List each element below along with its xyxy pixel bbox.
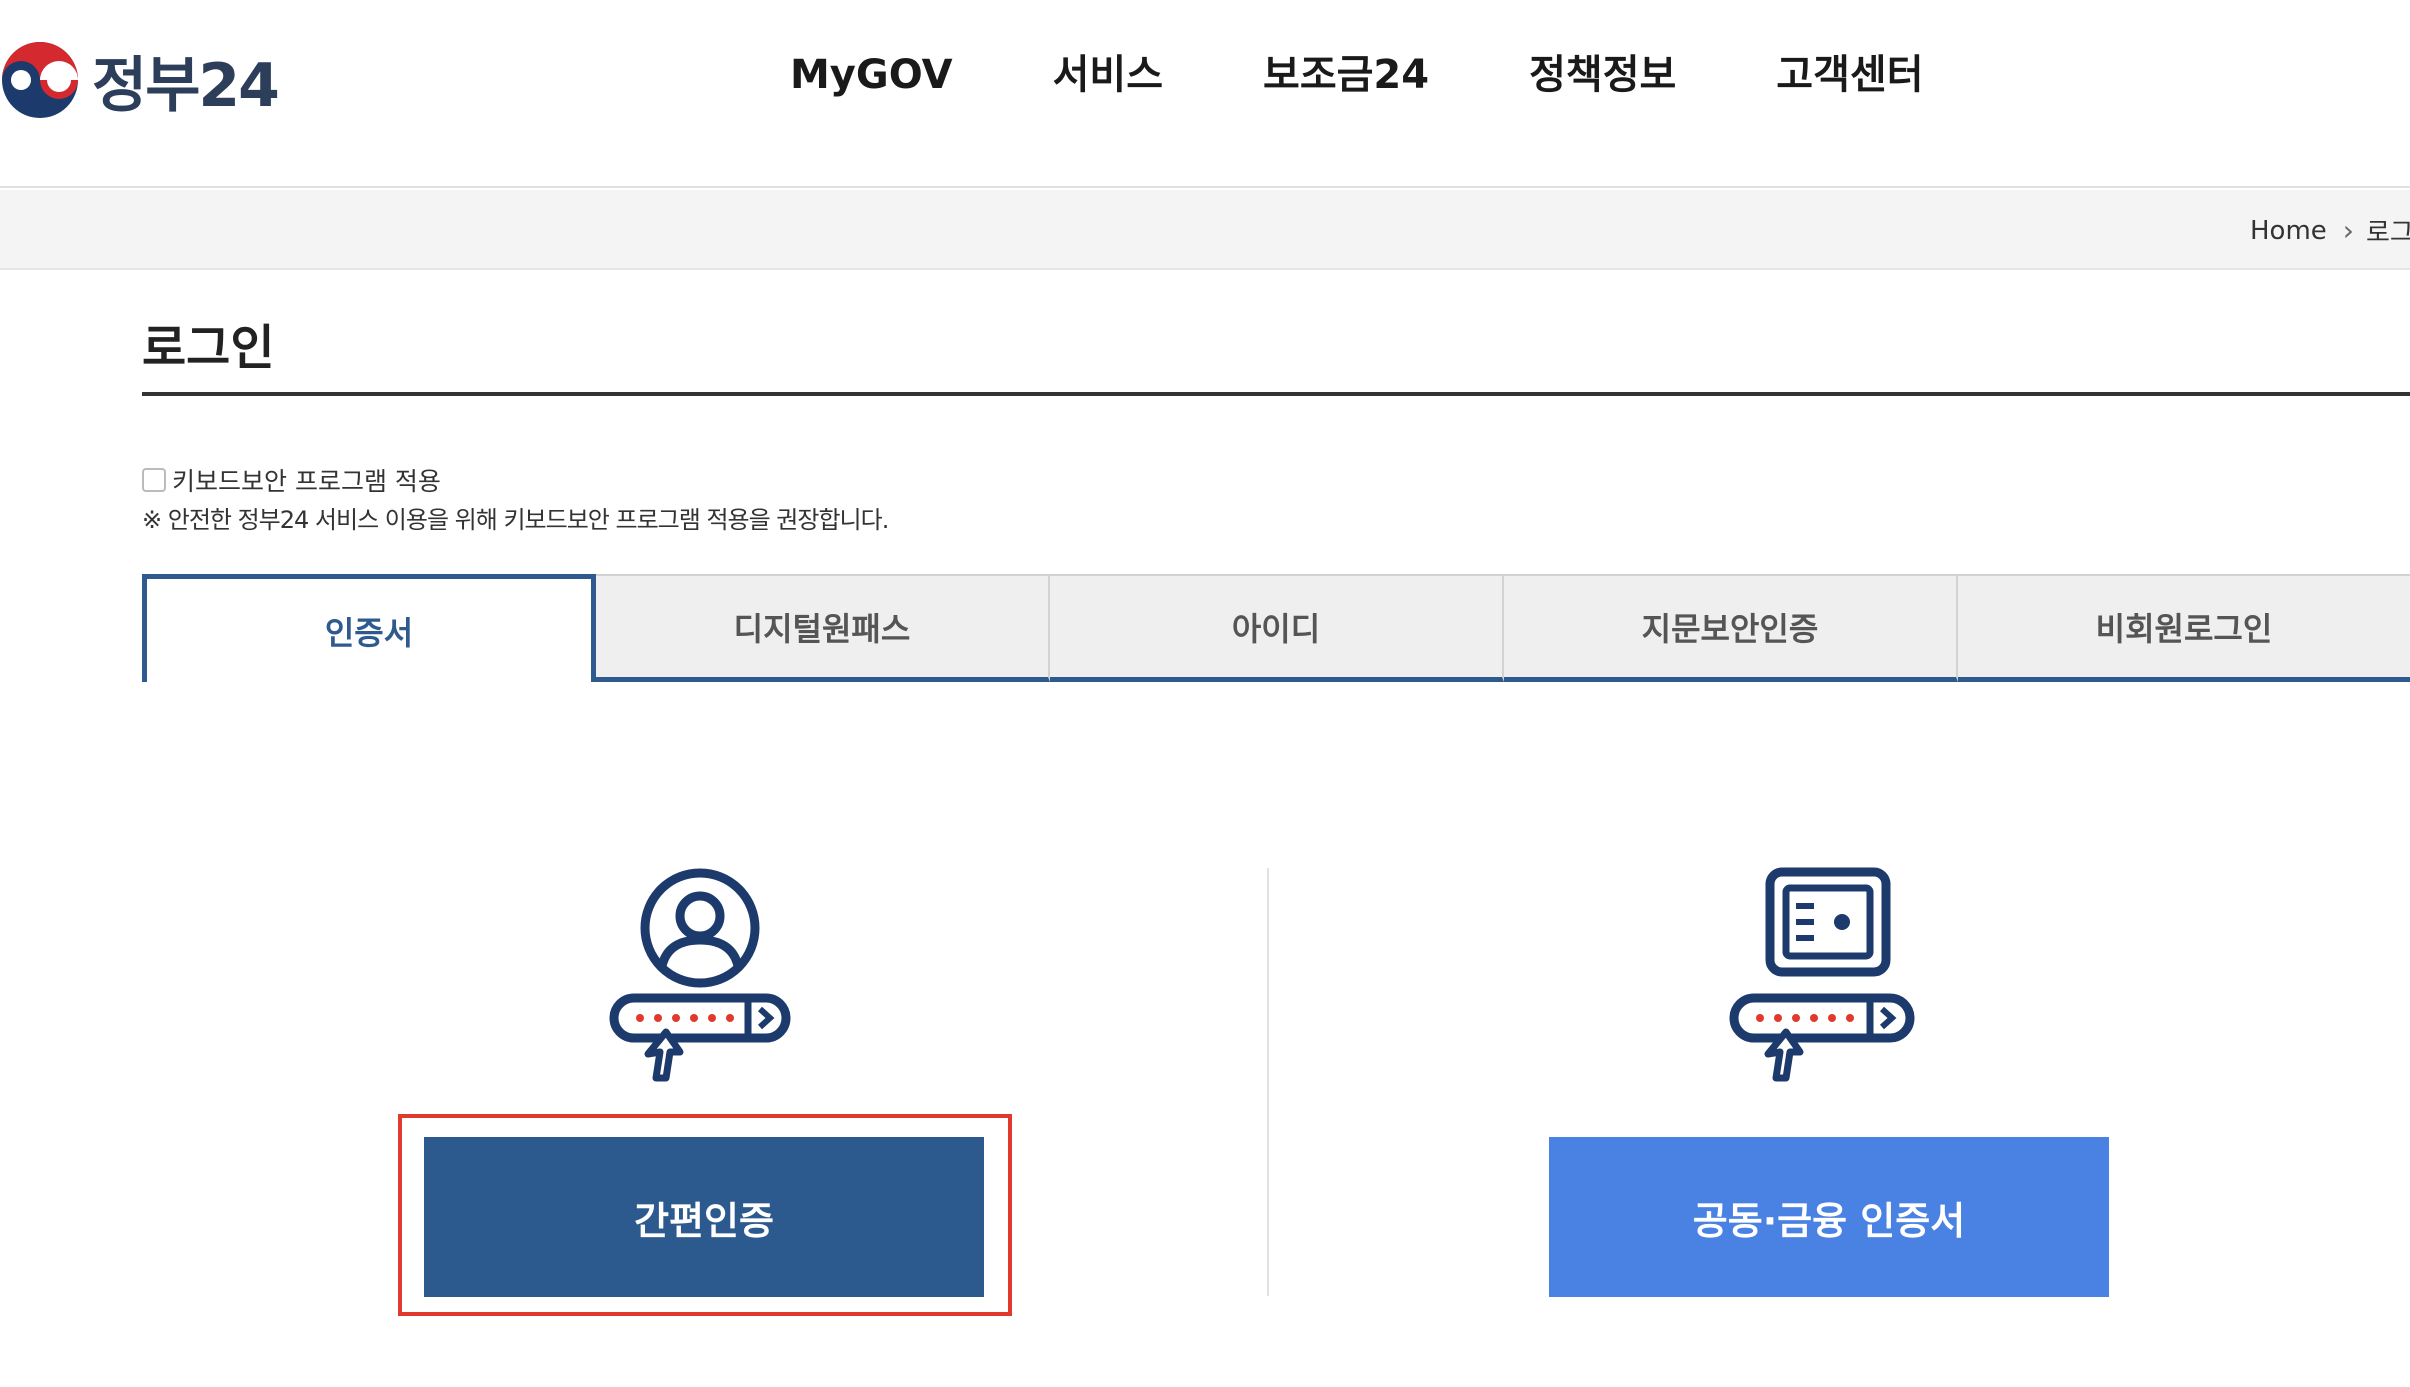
taegeuk-logo-icon xyxy=(2,42,78,118)
login-method-tabs: 인증서 디지털원패스 아이디 지문보안인증 비회원로그인 xyxy=(142,574,2410,682)
tab-certificate[interactable]: 인증서 xyxy=(142,574,596,682)
safe-password-icon xyxy=(1729,867,1915,1082)
logo[interactable]: 정부24 xyxy=(0,38,280,122)
tab-fingerprint-auth[interactable]: 지문보안인증 xyxy=(1504,574,1958,682)
main-nav: MyGOV 서비스 보조금24 정책정보 고객센터 xyxy=(790,45,1924,105)
options-divider xyxy=(1267,868,1269,1296)
joint-financial-cert-button[interactable]: 공동·금융 인증서 xyxy=(1549,1137,2109,1297)
tab-id[interactable]: 아이디 xyxy=(1050,574,1504,682)
breadcrumb-current: 로그인 xyxy=(2365,218,2410,248)
logo-text: 정부24 xyxy=(92,50,280,121)
user-password-icon xyxy=(609,868,791,1082)
keyboard-security-note: ※ 안전한 정부24 서비스 이용을 위해 키보드보안 프로그램 적용을 권장합… xyxy=(142,506,889,534)
page-title: 로그인 xyxy=(142,320,275,376)
nav-policy-info[interactable]: 정책정보 xyxy=(1529,45,1676,105)
title-divider xyxy=(142,392,2410,396)
tab-digital-onepass[interactable]: 디지털원패스 xyxy=(596,574,1050,682)
nav-customer-center[interactable]: 고객센터 xyxy=(1776,45,1923,105)
nav-subsidy24[interactable]: 보조금24 xyxy=(1263,45,1429,105)
chevron-right-icon: › xyxy=(2342,214,2354,247)
nav-mygov[interactable]: MyGOV xyxy=(790,45,953,105)
breadcrumb-home[interactable]: Home xyxy=(2250,216,2327,246)
keyboard-security-label[interactable]: 키보드보안 프로그램 적용 xyxy=(172,462,441,498)
nav-services[interactable]: 서비스 xyxy=(1053,45,1163,105)
breadcrumb: Home › 로그인 xyxy=(2250,212,2410,249)
tab-guest-login[interactable]: 비회원로그인 xyxy=(1958,574,2410,682)
keyboard-security-option: 키보드보안 프로그램 적용 xyxy=(142,462,441,498)
keyboard-security-checkbox[interactable] xyxy=(142,468,166,492)
simple-auth-button[interactable]: 간편인증 xyxy=(424,1137,984,1297)
breadcrumb-bar: Home › 로그인 xyxy=(0,190,2410,270)
site-header: 정부24 MyGOV 서비스 보조금24 정책정보 고객센터 xyxy=(0,0,2410,188)
